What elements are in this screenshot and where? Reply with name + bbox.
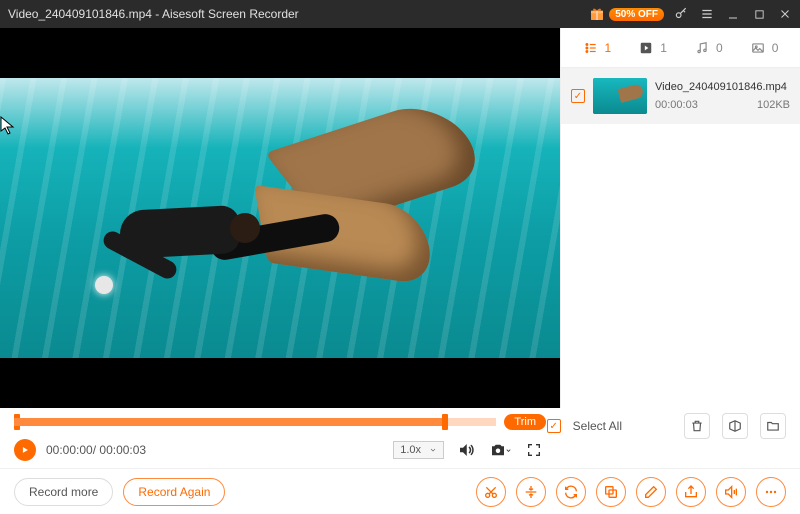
minimize-button[interactable] bbox=[726, 7, 740, 21]
select-all-checkbox[interactable]: ✓ bbox=[547, 419, 561, 433]
convert-tool[interactable] bbox=[556, 477, 586, 507]
item-duration: 00:00:03 bbox=[655, 99, 698, 111]
more-tools[interactable] bbox=[756, 477, 786, 507]
titlebar: Video_240409101846.mp4 - Aisesoft Screen… bbox=[0, 0, 800, 28]
trim-button[interactable]: Trim bbox=[504, 414, 546, 430]
trim-timeline[interactable]: Trim bbox=[14, 414, 546, 430]
edit-tool[interactable] bbox=[636, 477, 666, 507]
tab-audio-count: 0 bbox=[716, 41, 723, 55]
title-appname: Aisesoft Screen Recorder bbox=[162, 7, 299, 21]
media-type-tabs: 1 1 0 0 bbox=[561, 28, 800, 68]
compress-tool[interactable] bbox=[516, 477, 546, 507]
media-list-panel: 1 1 0 0 ✓ Video_240409101846.mp4 00:00:0… bbox=[560, 28, 800, 408]
fullscreen-button[interactable] bbox=[522, 438, 546, 462]
video-frame bbox=[0, 78, 560, 358]
title-filename: Video_240409101846.mp4 bbox=[8, 7, 152, 21]
list-item[interactable]: ✓ Video_240409101846.mp4 00:00:03 102KB bbox=[561, 68, 800, 124]
tab-audio[interactable]: 0 bbox=[681, 41, 737, 55]
cursor-icon bbox=[0, 116, 16, 136]
window-system-buttons bbox=[674, 7, 792, 21]
tab-all[interactable]: 1 bbox=[569, 41, 625, 55]
bottom-toolbar: Record more Record Again bbox=[0, 468, 800, 514]
record-more-button[interactable]: Record more bbox=[14, 478, 113, 506]
snapshot-button[interactable] bbox=[488, 438, 512, 462]
volume-button[interactable] bbox=[454, 438, 478, 462]
speed-select[interactable]: 1.0x bbox=[393, 441, 444, 459]
list-actions: ✓ Select All bbox=[547, 413, 786, 439]
title-sep: - bbox=[152, 7, 162, 21]
tab-image-count: 0 bbox=[772, 41, 779, 55]
tab-all-count: 1 bbox=[605, 41, 612, 55]
tab-video-count: 1 bbox=[660, 41, 667, 55]
export-button[interactable] bbox=[722, 413, 748, 439]
delete-button[interactable] bbox=[684, 413, 710, 439]
player-controls: Trim 00:00:00/ 00:00:03 1.0x bbox=[0, 408, 560, 468]
chevron-down-icon bbox=[429, 446, 437, 454]
tab-image[interactable]: 0 bbox=[736, 41, 792, 55]
window-title: Video_240409101846.mp4 - Aisesoft Screen… bbox=[8, 7, 589, 21]
video-preview[interactable] bbox=[0, 28, 560, 408]
select-all-label: Select All bbox=[573, 419, 622, 433]
item-checkbox[interactable]: ✓ bbox=[571, 89, 585, 103]
promo-badge: 50% OFF bbox=[609, 8, 664, 21]
share-tool[interactable] bbox=[676, 477, 706, 507]
item-filename: Video_240409101846.mp4 bbox=[655, 81, 790, 93]
audio-tool[interactable] bbox=[716, 477, 746, 507]
maximize-button[interactable] bbox=[752, 7, 766, 21]
time-display: 00:00:00/ 00:00:03 bbox=[46, 443, 146, 457]
play-button[interactable] bbox=[14, 439, 36, 461]
merge-tool[interactable] bbox=[596, 477, 626, 507]
gift-icon bbox=[589, 6, 605, 22]
item-size: 102KB bbox=[757, 99, 790, 111]
menu-icon[interactable] bbox=[700, 7, 714, 21]
record-again-button[interactable]: Record Again bbox=[123, 478, 225, 506]
tab-video[interactable]: 1 bbox=[625, 41, 681, 55]
key-icon[interactable] bbox=[674, 7, 688, 21]
open-folder-button[interactable] bbox=[760, 413, 786, 439]
item-thumbnail bbox=[593, 78, 647, 114]
promo-banner[interactable]: 50% OFF bbox=[589, 6, 664, 22]
cut-tool[interactable] bbox=[476, 477, 506, 507]
close-button[interactable] bbox=[778, 7, 792, 21]
